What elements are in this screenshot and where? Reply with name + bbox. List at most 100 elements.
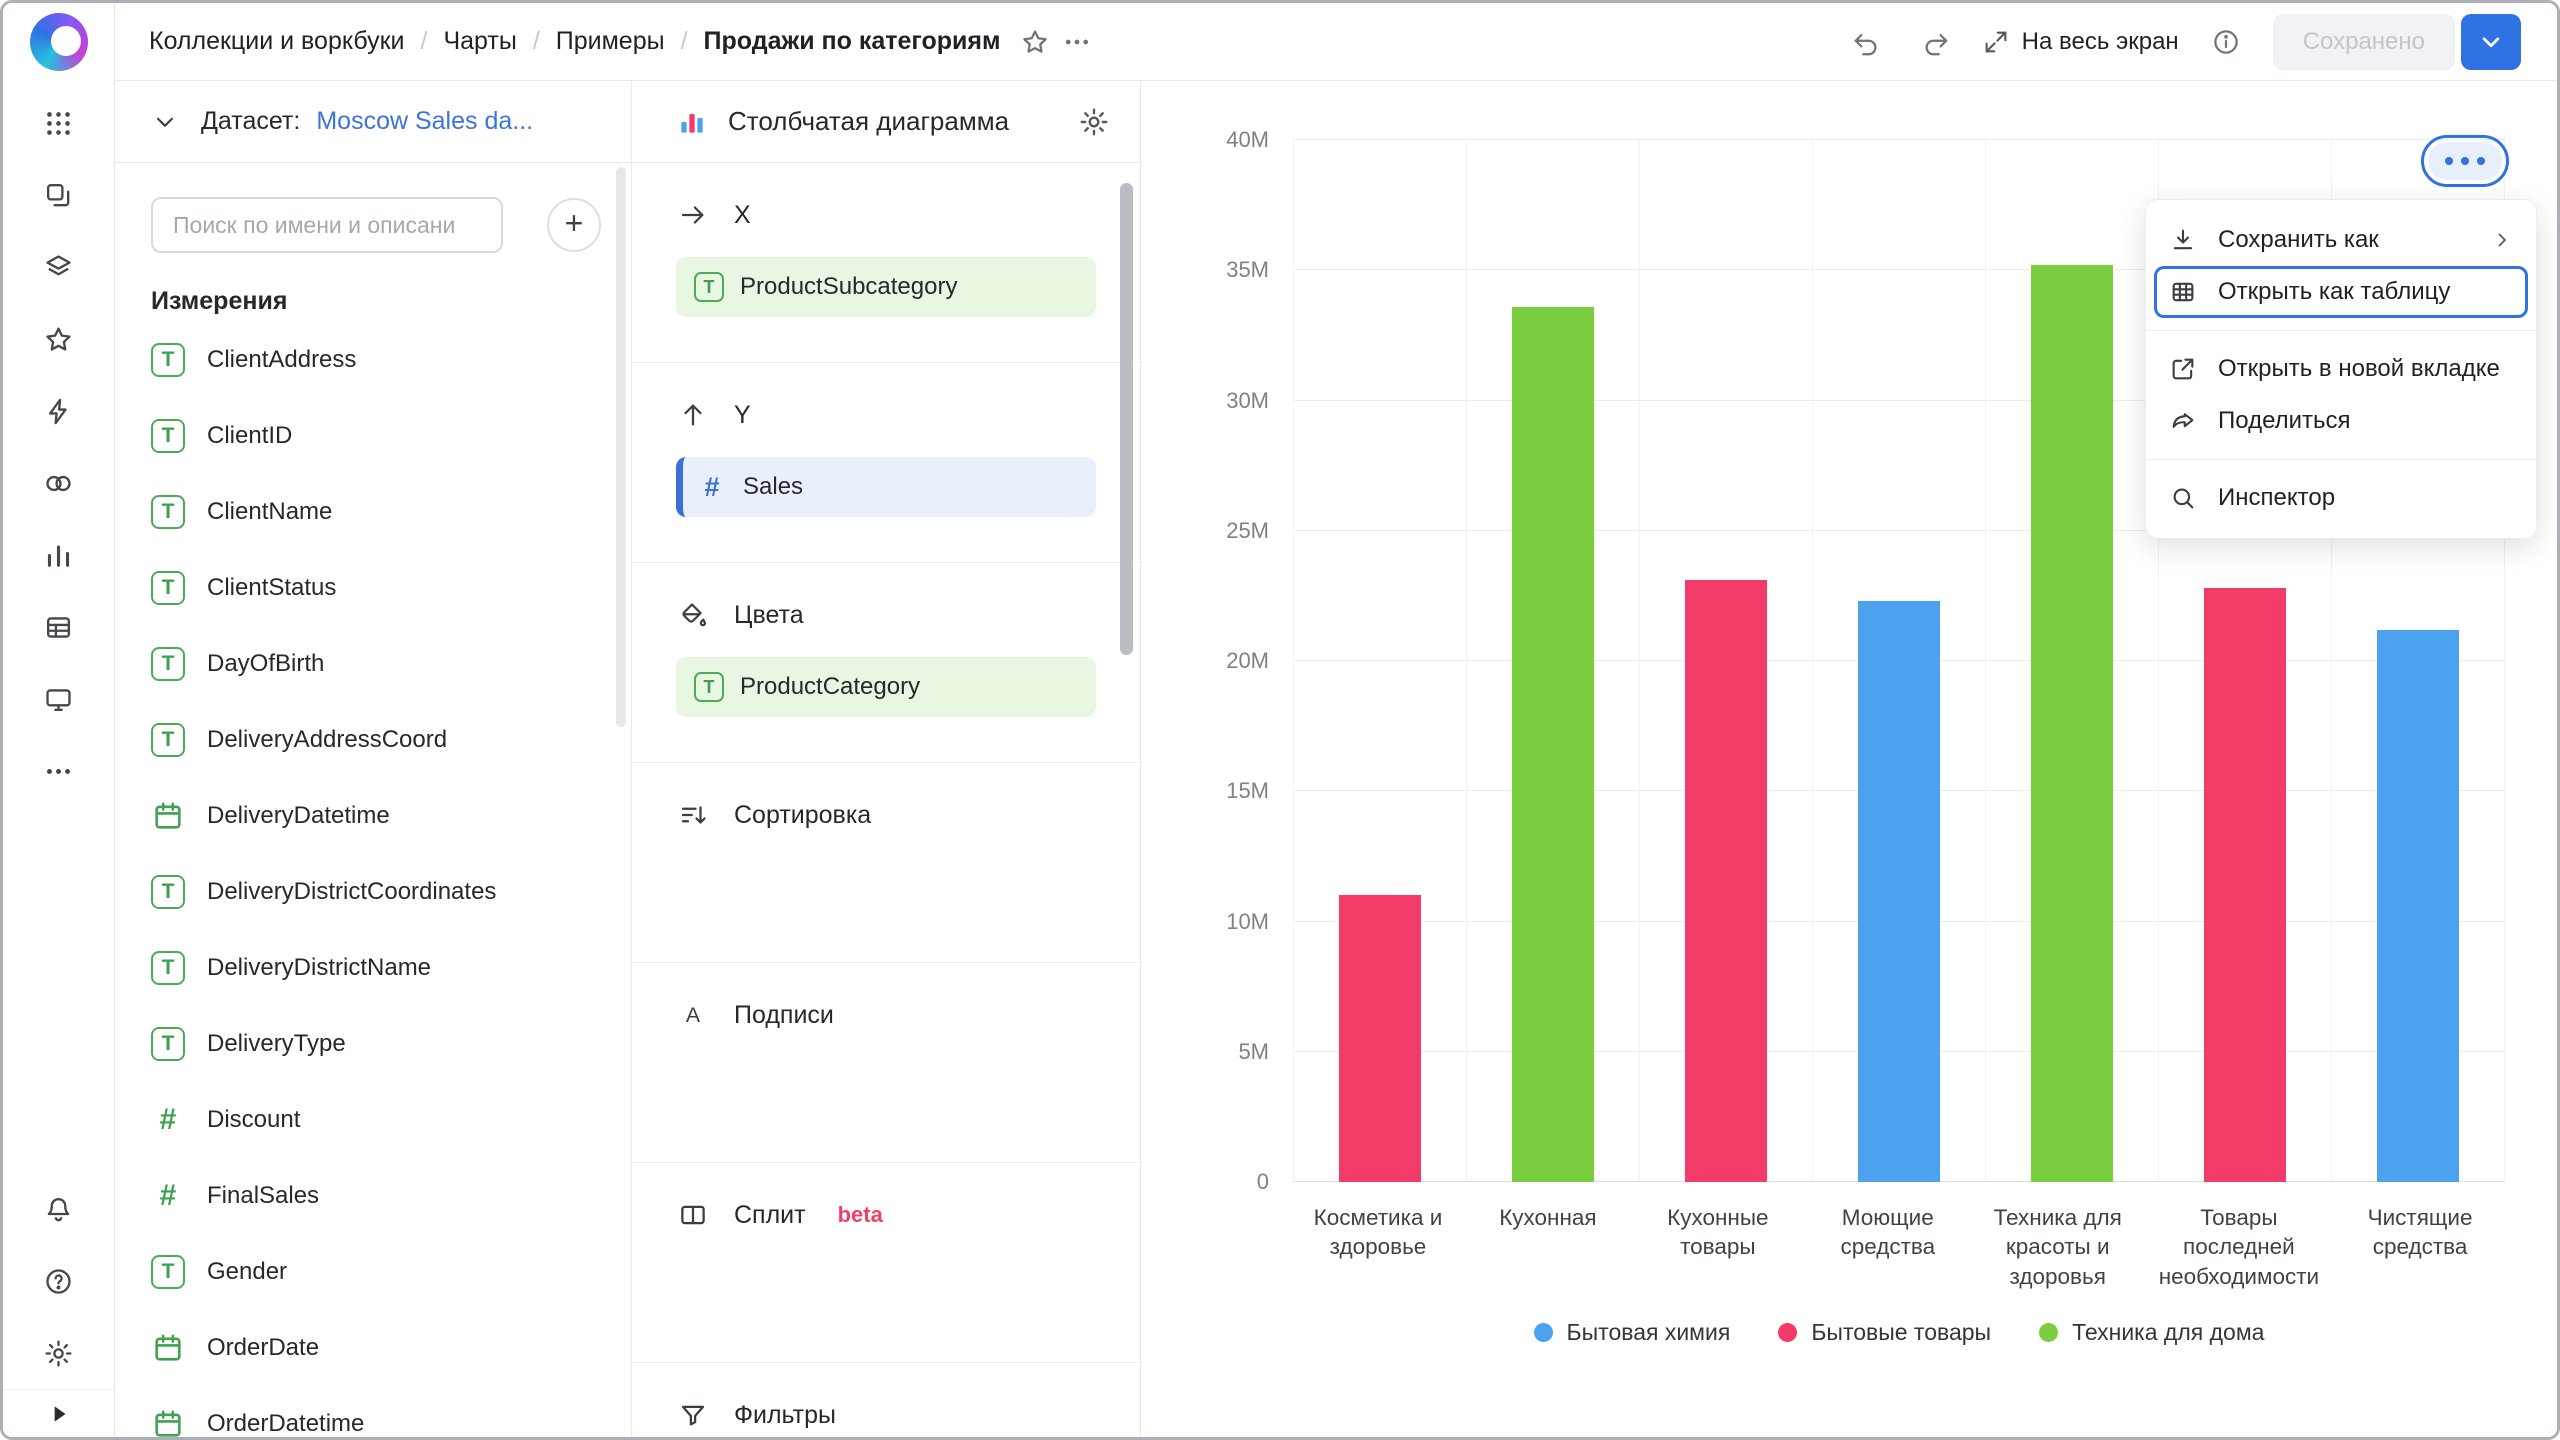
dataset-field-clientid[interactable]: TClientID xyxy=(151,398,601,474)
section-label: X xyxy=(734,201,751,230)
table-icon[interactable] xyxy=(36,604,82,650)
redo-icon[interactable] xyxy=(1914,21,1956,63)
chart-settings-gear-icon[interactable] xyxy=(1072,100,1116,144)
svg-text:A: A xyxy=(686,1003,701,1027)
apps-grid-icon[interactable] xyxy=(36,100,82,146)
bell-icon[interactable] xyxy=(36,1186,82,1232)
undo-icon[interactable] xyxy=(1846,21,1888,63)
bar-2[interactable] xyxy=(1512,307,1594,1182)
dataset-field-clientname[interactable]: TClientName xyxy=(151,474,601,550)
topbar-actions: На весь экран Сохранено xyxy=(1846,14,2521,70)
chart-more-menu-button[interactable] xyxy=(2428,142,2502,180)
breadcrumb-collections[interactable]: Коллекции и воркбуки xyxy=(149,27,405,56)
menu-item-open-new-tab[interactable]: Открыть в новой вкладке xyxy=(2146,343,2536,395)
text-field-icon: T xyxy=(151,875,185,909)
breadcrumb-charts[interactable]: Чарты xyxy=(443,27,516,56)
dataset-field-deliverytype[interactable]: TDeliveryType xyxy=(151,1006,601,1082)
chart-config-panel: Столбчатая диаграмма XTProductSubcategor… xyxy=(632,81,1141,1437)
x-category-label: Техника для красоты и здоровья xyxy=(1973,1203,2143,1291)
dataset-name-link[interactable]: Moscow Sales da... xyxy=(316,107,533,136)
arrow-right-icon xyxy=(676,198,710,232)
expand-rail-icon[interactable] xyxy=(3,1389,114,1437)
menu-item-inspector[interactable]: Инспектор xyxy=(2146,472,2536,524)
legend-dot xyxy=(2039,1323,2058,1342)
bar-3[interactable] xyxy=(1685,580,1767,1182)
legend-item[interactable]: Бытовая химия xyxy=(1534,1319,1731,1346)
menu-item-share[interactable]: Поделиться xyxy=(2146,395,2536,447)
highlight-ring xyxy=(2421,135,2509,187)
chart-context-menu: Сохранить какОткрыть как таблицу Открыть … xyxy=(2145,199,2537,539)
breadcrumb-examples[interactable]: Примеры xyxy=(556,27,665,56)
dataset-field-orderdate[interactable]: OrderDate xyxy=(151,1310,601,1386)
breadcrumb-separator: / xyxy=(681,27,688,56)
rings-icon[interactable] xyxy=(36,460,82,506)
legend-item[interactable]: Бытовые товары xyxy=(1778,1319,1991,1346)
column-chart-type-icon[interactable] xyxy=(674,104,710,140)
save-dropdown-button[interactable] xyxy=(2461,14,2521,70)
dataset-field-deliveryaddresscoord[interactable]: TDeliveryAddressCoord xyxy=(151,702,601,778)
collections-icon[interactable] xyxy=(36,172,82,218)
text-field-icon: T xyxy=(151,723,185,757)
lightning-icon[interactable] xyxy=(36,388,82,434)
x-category-label: Моющие средства xyxy=(1803,1203,1973,1291)
field-name: FinalSales xyxy=(207,1182,319,1210)
chevron-down-icon xyxy=(2476,27,2506,57)
bar-7[interactable] xyxy=(2377,630,2459,1182)
section-label: Y xyxy=(734,401,751,430)
section-label: Фильтры xyxy=(734,1401,836,1430)
bar-4[interactable] xyxy=(1858,601,1940,1182)
info-icon[interactable] xyxy=(2205,21,2247,63)
left-rail xyxy=(3,3,115,1437)
dataset-field-dayofbirth[interactable]: TDayOfBirth xyxy=(151,626,601,702)
datalens-logo[interactable] xyxy=(30,13,88,71)
help-icon[interactable] xyxy=(36,1258,82,1304)
monitor-icon[interactable] xyxy=(36,676,82,722)
sort-icon xyxy=(676,798,710,832)
search-input[interactable] xyxy=(151,197,503,253)
dataset-field-deliverydistrictcoordinates[interactable]: TDeliveryDistrictCoordinates xyxy=(151,854,601,930)
collapse-dataset-icon[interactable] xyxy=(145,102,185,142)
bar-1[interactable] xyxy=(1339,895,1421,1182)
text-field-icon: T xyxy=(694,672,724,702)
bar-chart-icon[interactable] xyxy=(36,532,82,578)
dataset-field-finalsales[interactable]: #FinalSales xyxy=(151,1158,601,1234)
beta-badge: beta xyxy=(838,1202,883,1228)
star-icon[interactable] xyxy=(36,316,82,362)
dataset-field-deliverydistrictname[interactable]: TDeliveryDistrictName xyxy=(151,930,601,1006)
legend-item[interactable]: Техника для дома xyxy=(2039,1319,2264,1346)
saved-button[interactable]: Сохранено xyxy=(2273,14,2455,70)
split-icon xyxy=(676,1198,710,1232)
field-chip-productsubcategory[interactable]: TProductSubcategory xyxy=(676,257,1096,317)
more-icon[interactable] xyxy=(36,748,82,794)
dataset-panel-header: Датасет: Moscow Sales da... xyxy=(115,81,631,163)
bar-6[interactable] xyxy=(2204,588,2286,1182)
download-icon xyxy=(2168,225,2198,255)
config-scrollbar[interactable] xyxy=(1120,183,1133,655)
dataset-field-clientstatus[interactable]: TClientStatus xyxy=(151,550,601,626)
dataset-field-gender[interactable]: TGender xyxy=(151,1234,601,1310)
dataset-field-clientaddress[interactable]: TClientAddress xyxy=(151,322,601,398)
external-link-icon xyxy=(2168,354,2198,384)
add-field-button[interactable]: + xyxy=(547,198,601,252)
dimensions-list: TClientAddressTClientIDTClientNameTClien… xyxy=(151,322,601,1437)
text-field-icon: T xyxy=(694,272,724,302)
field-chip-sales[interactable]: #Sales xyxy=(676,457,1096,517)
dataset-field-discount[interactable]: #Discount xyxy=(151,1082,601,1158)
app-window: Коллекции и воркбуки / Чарты / Примеры /… xyxy=(0,0,2560,1440)
dataset-field-orderdatetime[interactable]: OrderDatetime xyxy=(151,1386,601,1437)
table-icon xyxy=(2168,277,2198,307)
layers-icon[interactable] xyxy=(36,244,82,290)
menu-item-save-as[interactable]: Сохранить как xyxy=(2146,214,2536,266)
config-section-colors: ЦветаTProductCategory xyxy=(632,563,1140,763)
y-tick-label: 15M xyxy=(1226,778,1269,804)
dataset-field-deliverydatetime[interactable]: DeliveryDatetime xyxy=(151,778,601,854)
more-actions-icon[interactable] xyxy=(1056,21,1098,63)
dataset-scrollbar[interactable] xyxy=(616,167,626,727)
breadcrumb-separator: / xyxy=(421,27,428,56)
bar-5[interactable] xyxy=(2031,265,2113,1182)
gear-icon[interactable] xyxy=(36,1330,82,1376)
field-chip-productcategory[interactable]: TProductCategory xyxy=(676,657,1096,717)
menu-item-open-as-table[interactable]: Открыть как таблицу xyxy=(2146,266,2536,318)
fullscreen-button[interactable]: На весь экран xyxy=(1982,28,2179,56)
favorite-star-icon[interactable] xyxy=(1014,21,1056,63)
